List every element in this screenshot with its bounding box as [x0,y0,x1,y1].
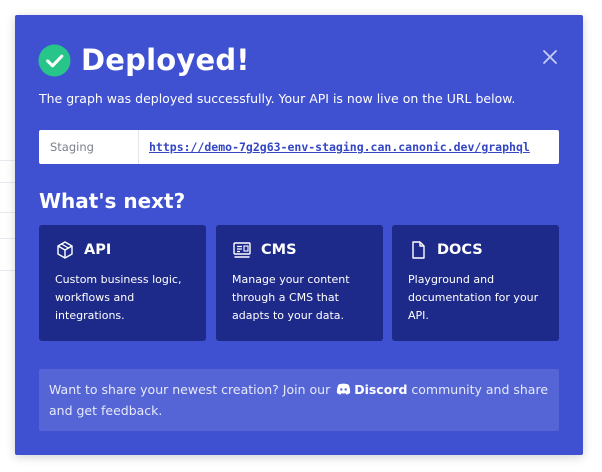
discord-label: Discord [354,382,408,397]
api-card[interactable]: API Custom business logic, workflows and… [39,225,206,341]
cube-icon [57,241,73,259]
card-header: DOCS [408,239,545,261]
whats-next-heading: What's next? [39,189,186,213]
environment-label: Staging [39,130,139,164]
card-title: DOCS [437,242,483,258]
card-title: API [84,242,112,258]
card-header: API [55,239,192,261]
card-header: CMS [232,239,369,261]
card-description: Playground and documentation for your AP… [408,273,539,322]
discord-link[interactable]: Discord [334,382,407,397]
next-steps-cards: API Custom business logic, workflows and… [39,225,559,341]
api-url-link[interactable]: https://demo-7g2g63-env-staging.can.cano… [139,130,559,164]
card-description: Manage your content through a CMS that a… [232,273,350,322]
check-circle-icon [38,43,71,77]
close-icon [543,50,557,64]
modal-subtitle: The graph was deployed successfully. You… [39,91,516,106]
cms-card[interactable]: CMS Manage your content through a CMS th… [216,225,383,341]
cms-icon [233,242,251,258]
docs-card[interactable]: DOCS Playground and documentation for yo… [392,225,559,341]
share-banner: Want to share your newest creation? Join… [39,369,559,431]
share-text-before: Want to share your newest creation? Join… [49,382,331,397]
card-title: CMS [261,242,297,258]
close-button[interactable] [541,48,559,66]
discord-icon [337,383,351,395]
card-description: Custom business logic, workflows and int… [55,273,182,322]
modal-header: Deployed! [38,42,250,78]
url-box: Staging https://demo-7g2g63-env-staging.… [39,130,559,164]
document-icon [412,241,425,259]
modal-title: Deployed! [81,43,250,77]
deployed-modal: Deployed! The graph was deployed success… [15,15,583,455]
